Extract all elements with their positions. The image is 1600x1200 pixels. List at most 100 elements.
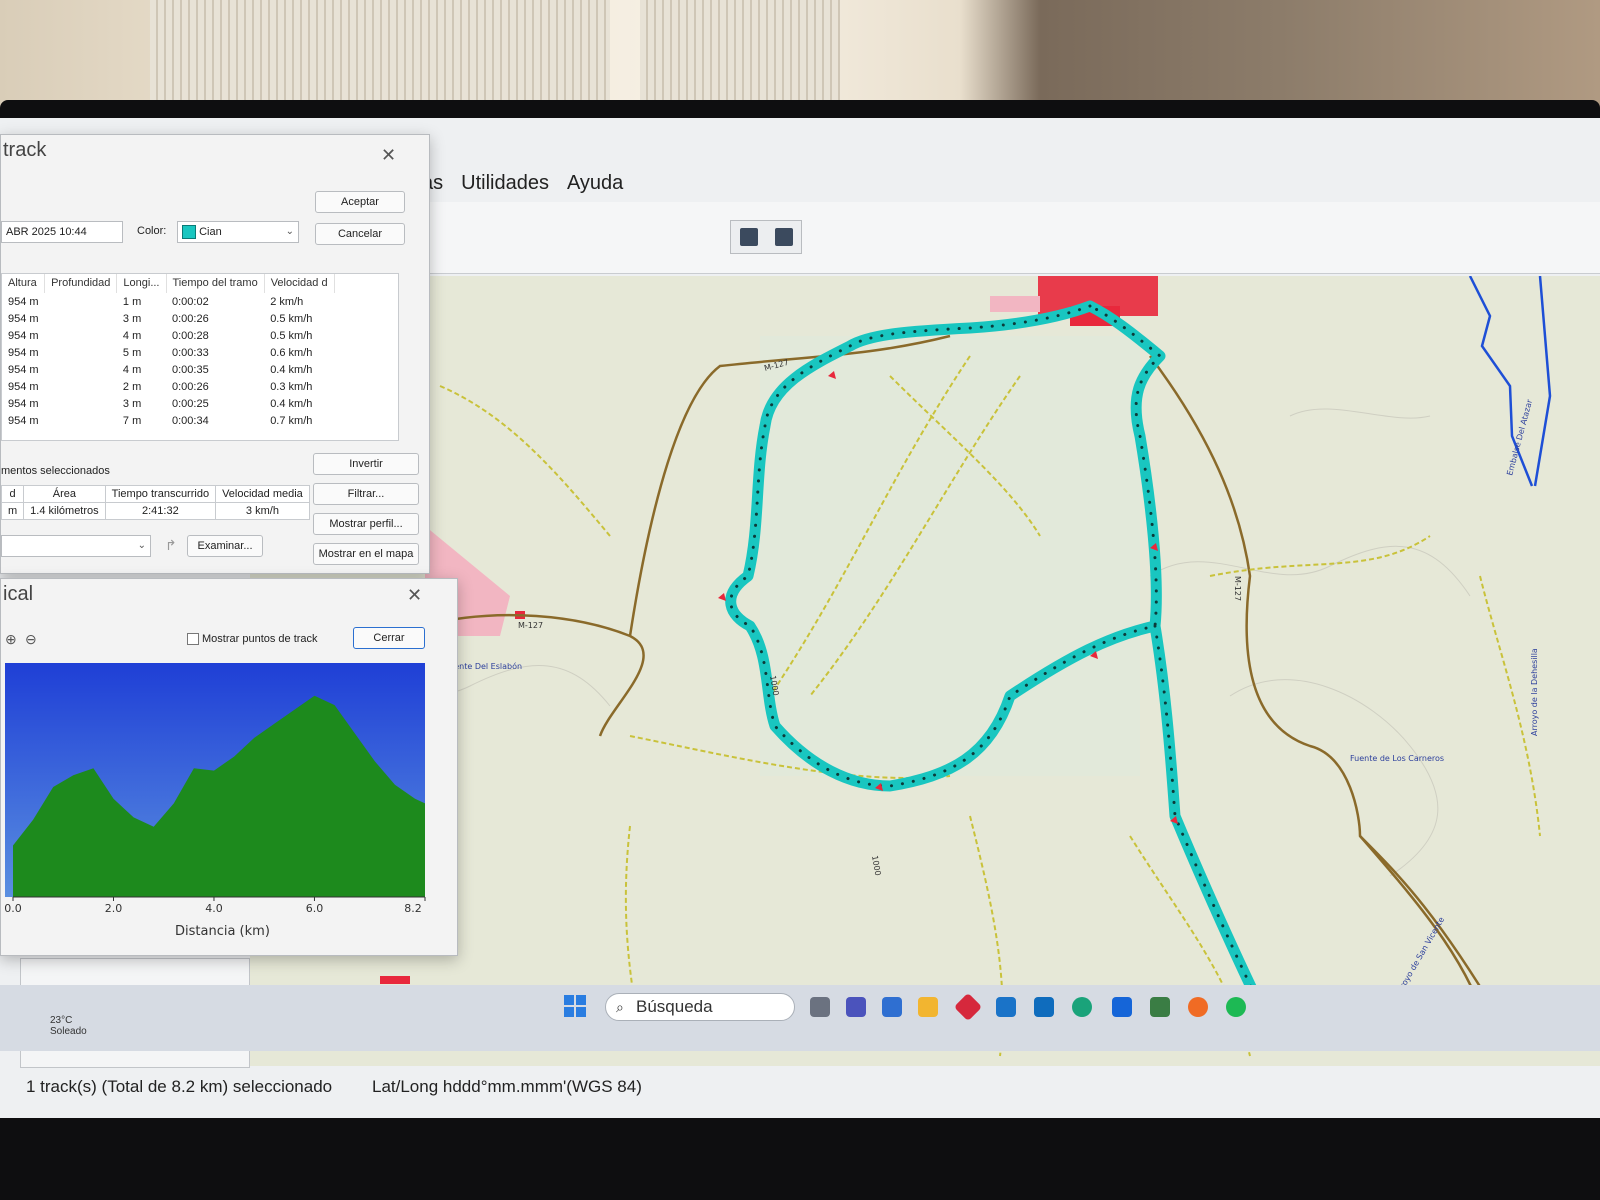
table-cell: 0:00:26 — [172, 380, 209, 393]
trackpoint-table[interactable]: Altura Profundidad Longi... Tiempo del tram… — [1, 273, 399, 441]
store-icon[interactable] — [882, 997, 902, 1017]
search-placeholder: Búsqueda — [636, 997, 713, 1016]
redo-arrow-icon[interactable]: ↱ — [165, 537, 177, 554]
table-cell — [45, 344, 117, 361]
color-swatch — [182, 225, 196, 240]
link-select[interactable]: ⌄ — [1, 535, 151, 557]
table-cell: 0:00:33 — [172, 346, 209, 359]
menu-item-ayuda[interactable]: Ayuda — [565, 168, 625, 199]
checkbox-label: Mostrar puntos de track — [202, 633, 318, 645]
table-cell — [45, 327, 117, 344]
table-cell: 954 m — [8, 397, 39, 410]
table-cell — [45, 293, 117, 310]
table-row[interactable]: 954 m 2 m 0:00:26 0.3 km/h — [2, 378, 334, 395]
taskbar-search[interactable]: ⌕ Búsqueda — [605, 993, 795, 1021]
menu-bar: as Utilidades Ayuda — [420, 158, 625, 208]
windows-start-icon[interactable] — [564, 995, 586, 1017]
weather-temp: 23°C — [50, 1015, 73, 1026]
table-cell: 0:00:26 — [172, 312, 209, 325]
column-header[interactable]: Velocidad d — [264, 274, 335, 293]
app-icon[interactable] — [1112, 997, 1132, 1017]
date-field[interactable]: ABR 2025 10:44 — [1, 221, 123, 243]
close-button[interactable]: Cerrar — [353, 627, 425, 649]
table-cell: 0:00:02 — [172, 295, 209, 308]
close-icon[interactable]: ✕ — [381, 145, 396, 166]
x-tick-label: 2.0 — [105, 902, 123, 913]
summary-header: d — [0, 485, 25, 503]
firefox-icon[interactable] — [1188, 997, 1208, 1017]
teams-icon[interactable] — [846, 997, 866, 1017]
dialog-title: ical — [3, 583, 34, 605]
table-cell: 0.5 km/h — [270, 312, 313, 325]
checkbox-box[interactable] — [187, 633, 199, 646]
close-icon[interactable]: ✕ — [407, 585, 422, 606]
table-cell: 0.4 km/h — [270, 363, 313, 376]
table-row[interactable]: 954 m 3 m 0:00:26 0.5 km/h — [2, 310, 334, 327]
table-cell: 954 m — [8, 380, 39, 393]
table-cell: 0.3 km/h — [270, 380, 313, 393]
table-cell: 1 m — [122, 295, 142, 308]
column-header[interactable]: Tiempo del tramo — [166, 274, 265, 293]
browse-button[interactable]: Examinar... — [187, 535, 263, 557]
weather-widget[interactable]: 23°C Soleado — [50, 1015, 87, 1037]
send-to-device-icon[interactable] — [774, 228, 793, 246]
task-view-icon[interactable] — [810, 997, 830, 1017]
monitor-screen: as Utilidades Ayuda Fuente Del Eslabón F… — [0, 118, 1600, 1118]
table-cell: 0:00:25 — [172, 397, 209, 410]
spotify-icon[interactable] — [1226, 997, 1246, 1017]
table-row[interactable]: 954 m 1 m 0:00:02 2 km/h — [2, 293, 334, 310]
table-row[interactable]: 954 m 7 m 0:00:34 0.7 km/h — [2, 412, 334, 429]
elevation-chart[interactable]: 0.0 2.0 4.0 6.0 8.2 — [5, 663, 433, 913]
file-explorer-icon[interactable] — [918, 997, 938, 1017]
weather-desc: Soleado — [50, 1026, 87, 1037]
search-icon: ⌕ — [616, 999, 624, 1015]
table-cell: 954 m — [8, 295, 39, 308]
edge-icon[interactable] — [1072, 997, 1092, 1017]
selected-points-caption: mentos seleccionados — [1, 465, 110, 477]
x-tick-label: 6.0 — [306, 902, 324, 913]
column-header[interactable]: Profundidad — [44, 274, 118, 293]
color-value: Cian — [199, 226, 222, 238]
invert-button[interactable]: Invertir — [313, 453, 419, 475]
table-cell: 0.4 km/h — [270, 397, 313, 410]
table-row[interactable]: 954 m 5 m 0:00:33 0.6 km/h — [2, 344, 334, 361]
table-row[interactable]: 954 m 3 m 0:00:25 0.4 km/h — [2, 395, 334, 412]
table-cell: 3 m — [122, 397, 142, 410]
map-label-arroyo-dehesilla: Arroyo de la Dehesilla — [1530, 648, 1539, 736]
table-cell — [45, 412, 117, 429]
status-coordinate-format: Lat/Long hddd°mm.mmm'(WGS 84) — [372, 1077, 642, 1096]
table-row[interactable]: 954 m 4 m 0:00:35 0.4 km/h — [2, 361, 334, 378]
table-cell — [45, 395, 117, 412]
table-cell: 2 km/h — [270, 295, 304, 308]
color-select[interactable]: Cian ⌄ — [177, 221, 299, 243]
show-profile-button[interactable]: Mostrar perfil... — [313, 513, 419, 535]
table-cell: 4 m — [122, 363, 142, 376]
filter-button[interactable]: Filtrar... — [313, 483, 419, 505]
column-header[interactable]: Longi... — [116, 274, 167, 293]
menu-item-utilidades[interactable]: Utilidades — [459, 168, 551, 199]
status-selection: 1 track(s) (Total de 8.2 km) seleccionad… — [26, 1077, 333, 1096]
show-track-points-checkbox[interactable]: Mostrar puntos de track — [187, 633, 318, 646]
zoom-out-icon[interactable]: ⊖ — [25, 631, 37, 648]
table-cell: 954 m — [8, 312, 39, 325]
color-label: Color: — [137, 225, 167, 237]
x-tick-label: 8.2 — [404, 902, 422, 913]
column-header[interactable]: Altura — [2, 274, 46, 293]
show-on-map-button[interactable]: Mostrar en el mapa — [313, 543, 419, 565]
cancel-button[interactable]: Cancelar — [315, 223, 405, 245]
table-cell: 954 m — [8, 414, 39, 427]
outlook-icon[interactable] — [1034, 997, 1054, 1017]
app-icon[interactable] — [1150, 997, 1170, 1017]
map-label-road: M-127 — [1233, 576, 1242, 601]
app-icon[interactable] — [996, 997, 1016, 1017]
receive-from-device-icon[interactable] — [739, 228, 758, 246]
accept-button[interactable]: Aceptar — [315, 191, 405, 213]
zoom-in-icon[interactable]: ⊕ — [5, 631, 17, 648]
table-row[interactable]: 954 m 4 m 0:00:28 0.5 km/h — [2, 327, 334, 344]
app-icon[interactable] — [953, 992, 983, 1022]
summary-header: Tiempo transcurrido — [104, 485, 217, 503]
summary-header: Área — [23, 485, 106, 503]
dialog-title: track — [3, 139, 47, 161]
status-bar: 1 track(s) (Total de 8.2 km) seleccionad… — [0, 1073, 1600, 1103]
table-cell: 7 m — [122, 414, 142, 427]
